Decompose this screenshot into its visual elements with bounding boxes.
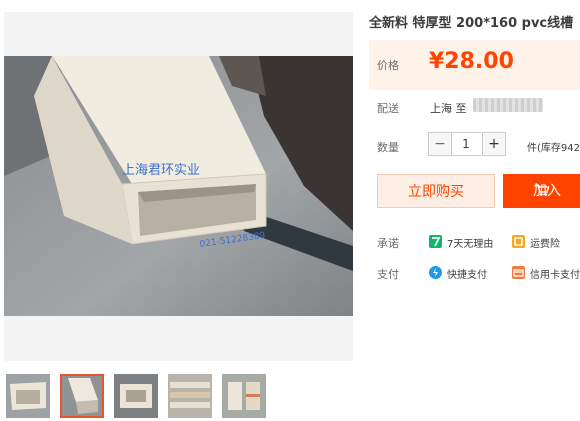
thumbnail-3[interactable] [114,374,158,418]
shipping-insurance-icon [512,235,525,248]
promise-text-2: 运费险 [530,239,560,250]
payment-text-1: 快捷支付 [447,270,487,281]
thumbnail-5[interactable] [222,374,266,418]
stock-text: 件(库存942 [527,143,580,154]
quantity-label: 数量 [377,141,399,154]
price-value: ¥28.00 [429,49,514,74]
product-info: 全新料 特厚型 200*160 pvc线槽 价格 ¥28.00 配送 上海 至 … [369,0,580,421]
quantity-decrease-button[interactable]: − [428,132,452,156]
shipping-destination[interactable]: 上海 至 [430,100,467,116]
payment-text-2: 信用卡支付 [530,270,580,281]
payment-label: 支付 [377,268,399,281]
product-title: 全新料 特厚型 200*160 pvc线槽 [369,16,574,31]
product-photo: 上海君环实业 021-51228389 [4,56,353,316]
main-product-image[interactable]: 上海君环实业 021-51228389 [4,56,353,316]
quantity-input[interactable]: 1 [451,132,481,156]
quick-pay-icon [429,266,442,279]
seven-day-return-icon [429,235,442,248]
credit-card-icon [512,266,525,279]
quantity-increase-button[interactable]: + [482,132,506,156]
promise-text-1: 7天无理由 [447,239,494,250]
shipping-address-redacted [473,98,543,112]
thumbnail-1[interactable] [6,374,50,418]
photo-watermark: 上海君环实业 [122,163,200,178]
price-panel: 价格 ¥28.00 [369,40,580,90]
thumbnail-4[interactable] [168,374,212,418]
buy-now-button[interactable]: 立即购买 [377,174,495,208]
cart-icon [535,184,549,196]
product-gallery: 上海君环实业 021-51228389 [0,0,362,421]
thumbnail-2[interactable] [60,374,104,418]
price-label: 价格 [377,59,399,72]
promise-label: 承诺 [377,237,399,250]
add-to-cart-button[interactable]: 加入 [503,174,580,208]
shipping-label: 配送 [377,102,399,115]
